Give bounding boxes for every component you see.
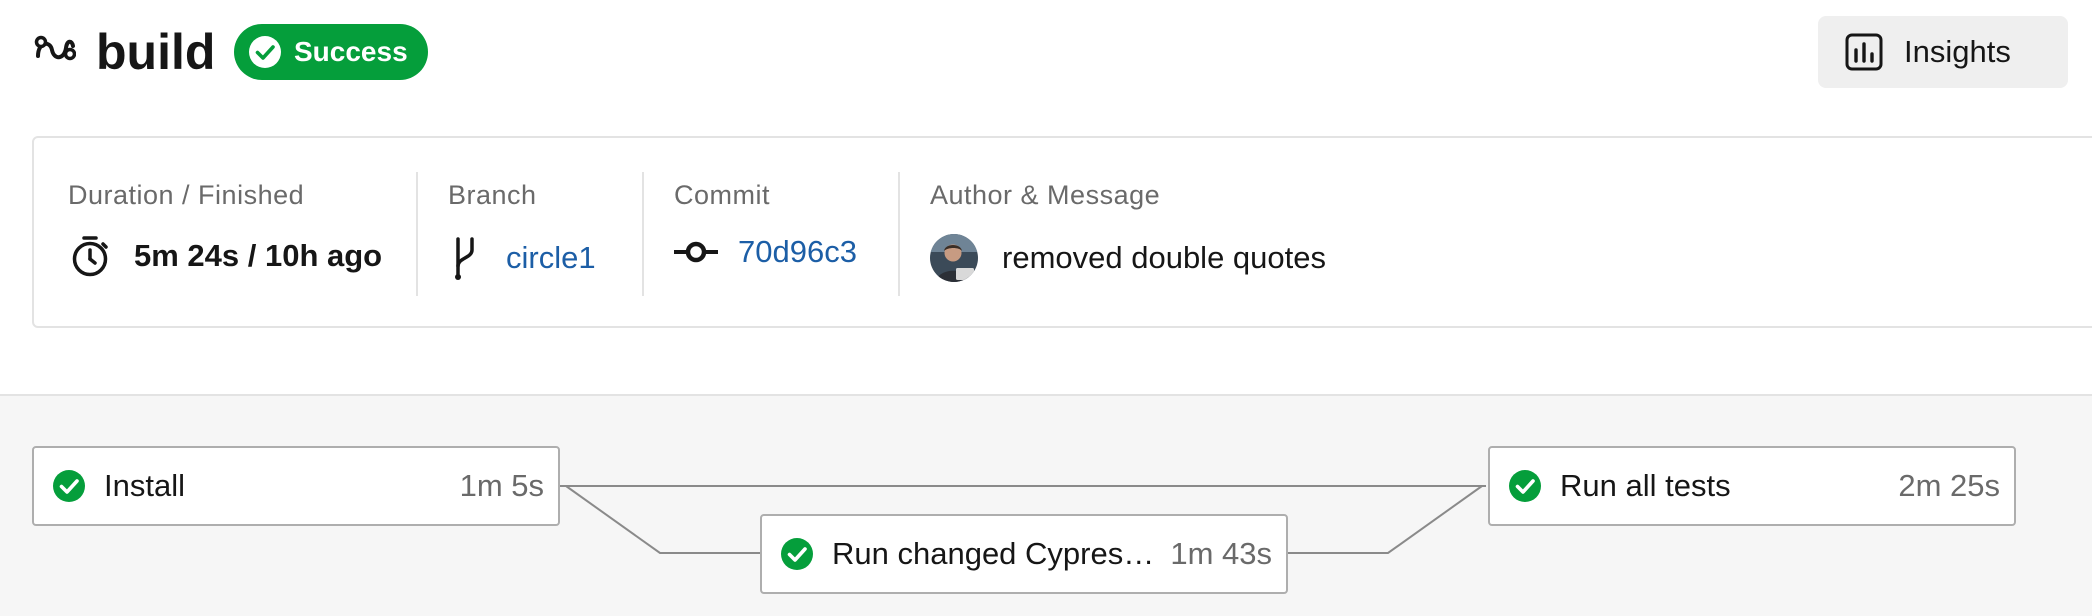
commit-message: removed double quotes [1002,240,1327,275]
check-circle-icon [53,470,85,502]
job-name: Install [104,468,185,503]
branch-label: Branch [448,180,537,210]
author-value-row: removed double quotes [930,234,1326,282]
duration-value-row: 5m 24s / 10h ago [68,234,382,278]
status-label: Success [294,36,408,67]
workflow-graph: Install 1m 5s Run changed Cypress... 1m … [0,394,2092,616]
check-circle-icon [781,538,813,570]
page-title: build [96,24,216,80]
branch-link[interactable]: circle1 [506,240,596,276]
workflow-header: build Success Insights [0,0,2092,120]
column-divider [642,172,644,296]
stopwatch-icon [72,236,108,277]
status-badge: Success [234,24,428,80]
job-name: Run all tests [1560,468,1731,503]
job-name: Run changed Cypress... [832,536,1165,571]
commit-label: Commit [674,180,770,210]
check-circle-icon [249,36,281,68]
job-duration: 1m 43s [1170,536,1272,571]
commit-link[interactable]: 70d96c3 [738,234,857,270]
duration-value: 5m 24s / 10h ago [134,238,383,273]
commit-icon [674,241,718,263]
avatar[interactable] [930,234,978,282]
job-duration: 2m 25s [1898,468,2000,503]
column-divider [416,172,418,296]
job-run-changed-cypress[interactable]: Run changed Cypress... 1m 43s [760,514,1288,594]
branch-icon [455,237,474,280]
job-run-all-tests[interactable]: Run all tests 2m 25s [1488,446,2016,526]
workflow-info-card: Duration / Finished 5m 24s / 10h ago Bra… [32,136,2092,328]
workflow-page: build Success Insights Duration / Finish… [0,0,2092,616]
column-divider [898,172,900,296]
bar-chart-icon [1845,33,1883,71]
branch-value-row: circle1 [448,234,596,282]
workflow-icon [34,35,76,61]
check-circle-icon [1509,470,1541,502]
insights-button[interactable]: Insights [1818,16,2068,88]
job-install[interactable]: Install 1m 5s [32,446,560,526]
commit-value-row: 70d96c3 [674,234,857,270]
duration-label: Duration / Finished [68,180,305,210]
author-label: Author & Message [930,180,1161,210]
job-duration: 1m 5s [459,468,544,503]
insights-label: Insights [1904,34,2011,69]
